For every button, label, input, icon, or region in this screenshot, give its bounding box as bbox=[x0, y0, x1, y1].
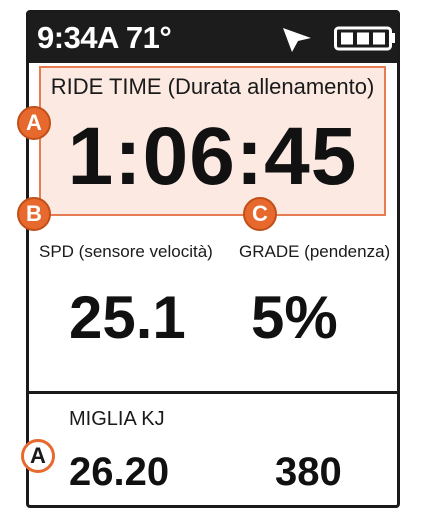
speed-grade-fields: SPD (sensore velocità) GRADE (pendenza) … bbox=[29, 218, 397, 394]
ride-time-label: RIDE TIME (Durata allenamento) bbox=[50, 74, 375, 99]
navigation-arrow-icon bbox=[283, 28, 311, 52]
energy-value: 380 bbox=[275, 450, 342, 494]
distance-energy-label: MIGLIA KJ bbox=[69, 408, 165, 430]
speed-value: 25.1 bbox=[69, 284, 186, 351]
distance-energy-field: MIGLIA KJ 26.20 380 bbox=[29, 394, 397, 505]
speed-label: SPD (sensore velocità) bbox=[39, 242, 213, 261]
status-time-temperature: 9:34A 71° bbox=[37, 20, 172, 55]
callout-c-marker: C bbox=[243, 197, 277, 231]
grade-value: 5% bbox=[251, 284, 338, 351]
device-screen: 9:34A 71° RIDE TIME (Durata allenamento)… bbox=[26, 10, 400, 508]
battery-full-icon bbox=[334, 26, 395, 51]
callout-a-marker: A bbox=[17, 106, 51, 140]
distance-value: 26.20 bbox=[69, 450, 170, 494]
status-bar: 9:34A 71° bbox=[29, 13, 397, 63]
callout-a-marker-outline: A bbox=[21, 439, 55, 473]
callout-b-marker: B bbox=[17, 197, 51, 231]
ride-time-value: 1:06:45 bbox=[67, 111, 358, 202]
ride-time-field: RIDE TIME (Durata allenamento) 1:06:45 bbox=[39, 66, 386, 216]
grade-label: GRADE (pendenza) bbox=[239, 242, 391, 261]
